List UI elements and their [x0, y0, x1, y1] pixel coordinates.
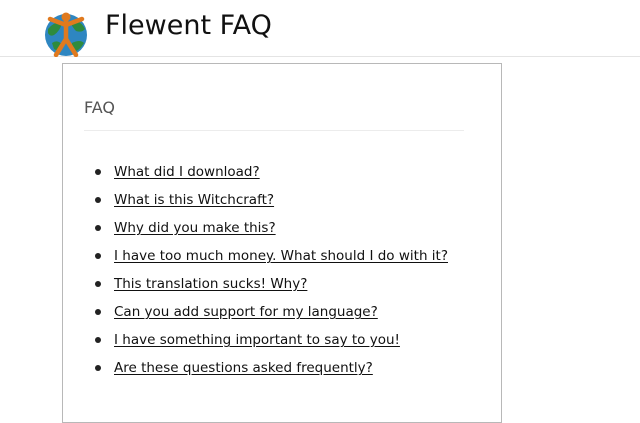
- bullet-icon: [95, 225, 101, 231]
- list-item: What is this Witchcraft?: [84, 188, 448, 216]
- bullet-icon: [95, 281, 101, 287]
- bullet-icon: [95, 169, 101, 175]
- list-item: What did I download?: [84, 160, 448, 188]
- list-item: I have something important to say to you…: [84, 328, 448, 356]
- list-item: Are these questions asked frequently?: [84, 356, 448, 384]
- bullet-icon: [95, 365, 101, 371]
- faq-link-asked-frequently[interactable]: Are these questions asked frequently?: [114, 360, 373, 376]
- site-title: Flewent FAQ: [105, 10, 272, 41]
- faq-link-why-make-this[interactable]: Why did you make this?: [114, 220, 276, 236]
- globe-person-icon[interactable]: [42, 9, 90, 57]
- faq-link-translation-sucks[interactable]: This translation sucks! Why?: [114, 276, 307, 292]
- faq-heading: FAQ: [84, 98, 115, 117]
- bullet-icon: [95, 309, 101, 315]
- list-item: Why did you make this?: [84, 216, 448, 244]
- site-header: Flewent FAQ: [0, 0, 640, 57]
- faq-link-witchcraft[interactable]: What is this Witchcraft?: [114, 192, 274, 208]
- bullet-icon: [95, 337, 101, 343]
- faq-card: FAQ What did I download? What is this Wi…: [62, 63, 502, 423]
- faq-link-language-support[interactable]: Can you add support for my language?: [114, 304, 378, 320]
- list-item: Can you add support for my language?: [84, 300, 448, 328]
- faq-question-list: What did I download? What is this Witchc…: [84, 160, 448, 384]
- faq-link-too-much-money[interactable]: I have too much money. What should I do …: [114, 248, 448, 264]
- bullet-icon: [95, 197, 101, 203]
- faq-link-something-important[interactable]: I have something important to say to you…: [114, 332, 400, 348]
- divider: [84, 130, 464, 131]
- list-item: This translation sucks! Why?: [84, 272, 448, 300]
- faq-link-what-did-i-download[interactable]: What did I download?: [114, 164, 260, 180]
- list-item: I have too much money. What should I do …: [84, 244, 448, 272]
- bullet-icon: [95, 253, 101, 259]
